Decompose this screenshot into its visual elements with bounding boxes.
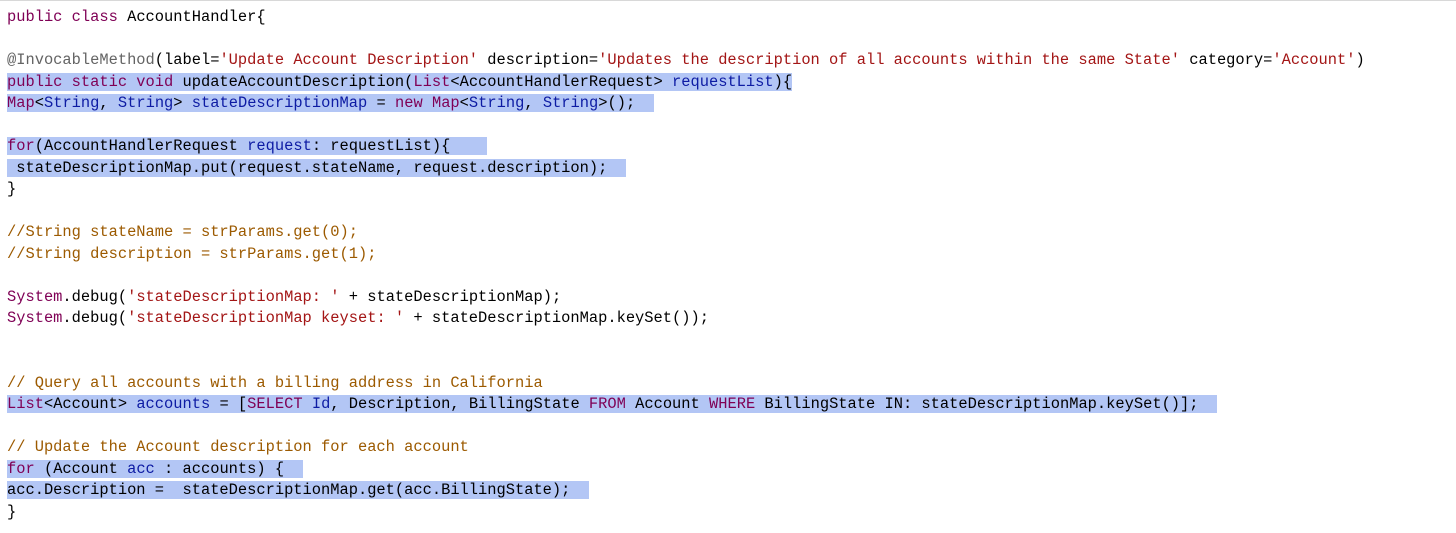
- code-token: 'stateDescriptionMap keyset: ': [127, 309, 405, 327]
- code-line[interactable]: ​: [7, 29, 1365, 51]
- code-token: <: [459, 94, 469, 112]
- code-token: request: [247, 137, 312, 155]
- code-token: description=: [478, 51, 599, 69]
- code-token: : accounts) {: [154, 459, 303, 478]
- code-token: ,: [524, 94, 543, 112]
- code-line[interactable]: ​: [7, 416, 1365, 438]
- code-token: [422, 94, 432, 112]
- code-token: String: [468, 94, 525, 112]
- code-token: updateAccountDescription(: [173, 72, 414, 91]
- code-token: >: [173, 94, 192, 112]
- code-token: acc.Description = stateDescriptionMap.ge…: [7, 481, 589, 499]
- code-token: = [: [210, 395, 248, 413]
- code-token: (Account: [34, 459, 128, 478]
- code-line[interactable]: public static void updateAccountDescript…: [7, 72, 1365, 94]
- code-token: for: [7, 137, 35, 155]
- code-line[interactable]: //String description = strParams.get(1);: [7, 244, 1365, 266]
- code-token: + stateDescriptionMap);: [339, 287, 562, 306]
- code-token: System: [7, 287, 63, 306]
- code-token: stateDescriptionMap: [191, 94, 368, 112]
- code-line[interactable]: public class AccountHandler{: [7, 7, 1365, 29]
- code-token: WHERE: [709, 395, 756, 413]
- code-token: List: [7, 395, 44, 413]
- code-token: , Description, BillingState: [330, 395, 589, 413]
- code-token: String: [117, 94, 174, 112]
- code-token: ,: [99, 94, 118, 112]
- code-line[interactable]: System.debug('stateDescriptionMap: ' + s…: [7, 287, 1365, 309]
- code-token: }: [7, 180, 17, 198]
- code-token: >();: [598, 94, 654, 112]
- code-token: Account: [625, 395, 709, 413]
- code-token: Id: [311, 395, 331, 413]
- code-text-area[interactable]: public class AccountHandler{​@InvocableM…: [7, 7, 1365, 523]
- code-line[interactable]: @InvocableMethod(label='Update Account D…: [7, 50, 1365, 72]
- code-line[interactable]: Map<String, String> stateDescriptionMap …: [7, 93, 1365, 115]
- code-token: ){: [773, 72, 793, 91]
- code-token: 'Account': [1272, 51, 1356, 69]
- code-token: AccountHandler{: [117, 8, 266, 26]
- code-token: 'Updates the description of all accounts…: [598, 51, 1180, 69]
- code-token: // Query all accounts with a billing add…: [7, 373, 543, 392]
- code-token: : requestList){: [311, 137, 488, 155]
- code-token: (AccountHandlerRequest: [34, 137, 248, 155]
- code-token: BillingState IN: stateDescriptionMap.key…: [755, 395, 1217, 413]
- code-token: }: [7, 502, 17, 521]
- code-token: List: [413, 72, 451, 91]
- code-line[interactable]: }: [7, 502, 1365, 524]
- code-token: Map: [431, 94, 460, 112]
- code-token: accounts: [136, 395, 211, 413]
- code-line[interactable]: for(AccountHandlerRequest request: reque…: [7, 136, 1365, 158]
- code-line[interactable]: // Query all accounts with a billing add…: [7, 373, 1365, 395]
- code-token: .debug(: [62, 287, 128, 306]
- code-token: requestList: [672, 72, 774, 91]
- code-token: // Update the Account description for ea…: [7, 438, 469, 456]
- code-token: Map: [7, 94, 35, 112]
- code-token: acc: [127, 459, 155, 478]
- code-line[interactable]: ​: [7, 351, 1365, 373]
- code-token: + stateDescriptionMap.keySet());: [404, 309, 709, 327]
- code-line[interactable]: List<Account> accounts = [SELECT Id, Des…: [7, 394, 1365, 416]
- code-token: stateDescriptionMap.put(request.stateNam…: [7, 158, 626, 177]
- code-line[interactable]: // Update the Account description for ea…: [7, 437, 1365, 459]
- code-token: category=: [1180, 51, 1273, 69]
- code-line[interactable]: //String stateName = strParams.get(0);: [7, 222, 1365, 244]
- code-token: <Account>: [43, 395, 137, 413]
- code-line[interactable]: stateDescriptionMap.put(request.stateNam…: [7, 158, 1365, 180]
- code-token: public class: [7, 8, 118, 26]
- code-token: .debug(: [62, 309, 128, 327]
- code-token: =: [367, 94, 395, 112]
- code-line[interactable]: for (Account acc : accounts) {: [7, 459, 1365, 481]
- code-line[interactable]: }: [7, 179, 1365, 201]
- code-editor[interactable]: public class AccountHandler{​@InvocableM…: [0, 0, 1456, 533]
- code-line[interactable]: System.debug('stateDescriptionMap keyset…: [7, 308, 1365, 330]
- code-token: FROM: [588, 395, 626, 413]
- code-token: ): [1355, 51, 1365, 69]
- code-line[interactable]: ​: [7, 115, 1365, 137]
- code-token: @InvocableMethod: [7, 51, 155, 69]
- code-token: <AccountHandlerRequest>: [450, 72, 673, 91]
- code-token: //String stateName = strParams.get(0);: [7, 223, 358, 241]
- code-token: 'stateDescriptionMap: ': [127, 287, 340, 306]
- code-token: <: [34, 94, 44, 112]
- code-token: [302, 395, 312, 413]
- code-token: SELECT: [247, 395, 303, 413]
- code-token: 'Update Account Description': [219, 51, 479, 69]
- code-token: new: [394, 94, 423, 112]
- code-token: public static void: [7, 72, 174, 91]
- code-token: String: [43, 94, 100, 112]
- code-token: String: [542, 94, 599, 112]
- code-token: for: [7, 459, 35, 478]
- code-token: (label=: [154, 51, 220, 69]
- code-line[interactable]: acc.Description = stateDescriptionMap.ge…: [7, 480, 1365, 502]
- code-line[interactable]: ​: [7, 265, 1365, 287]
- code-line[interactable]: ​: [7, 330, 1365, 352]
- code-line[interactable]: ​: [7, 201, 1365, 223]
- code-token: //String description = strParams.get(1);: [7, 244, 377, 263]
- code-token: System: [7, 309, 63, 327]
